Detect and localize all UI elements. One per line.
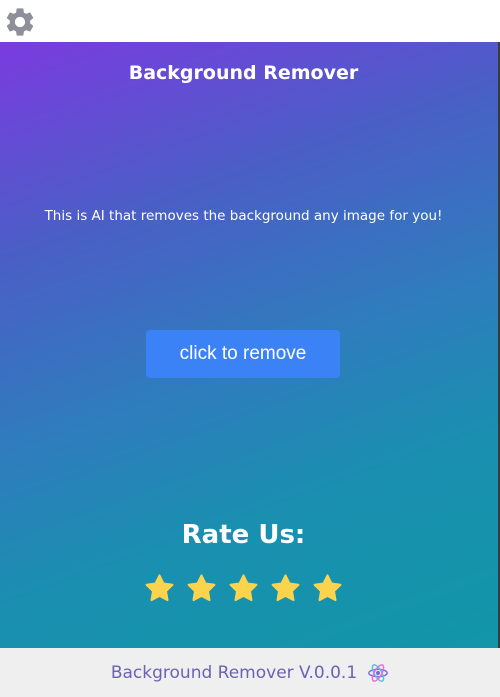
- star-icon[interactable]: [311, 572, 344, 605]
- star-icon[interactable]: [227, 572, 260, 605]
- star-icon[interactable]: [143, 572, 176, 605]
- app-title: Background Remover: [128, 62, 359, 84]
- footer-version-text: Background Remover V.0.0.1: [110, 662, 358, 683]
- rating-stars: [143, 572, 345, 608]
- app-description: This is AI that removes the background a…: [44, 208, 443, 224]
- gear-icon[interactable]: [3, 5, 37, 39]
- rate-us-heading: Rate Us:: [181, 520, 306, 550]
- atom-icon: [368, 663, 389, 682]
- star-icon[interactable]: [185, 572, 218, 605]
- top-bar: [0, 0, 500, 42]
- footer: Background Remover V.0.0.1: [0, 648, 500, 697]
- remove-background-button[interactable]: click to remove: [146, 330, 340, 378]
- star-icon[interactable]: [269, 572, 302, 605]
- main-panel: Background Remover This is AI that remov…: [0, 42, 498, 648]
